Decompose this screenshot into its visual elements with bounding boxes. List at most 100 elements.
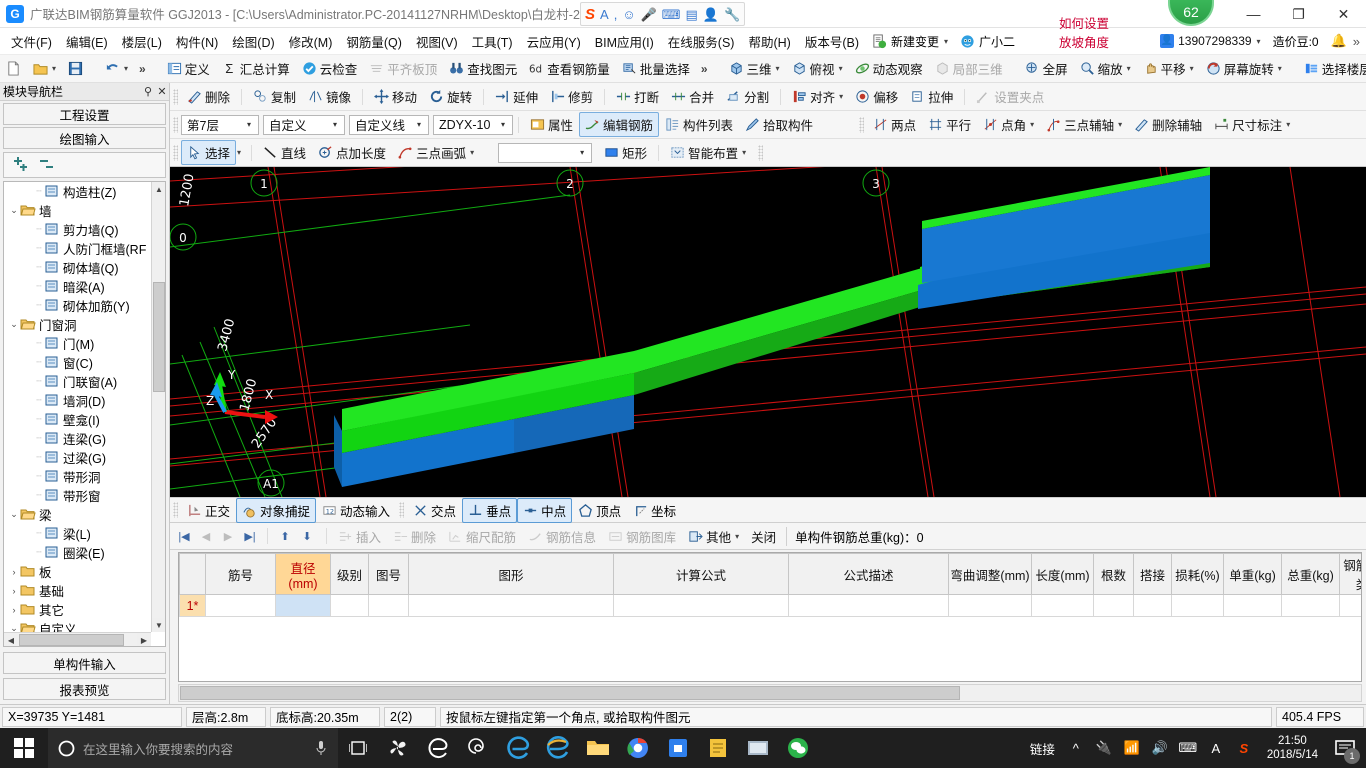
column-header[interactable] [179, 553, 206, 595]
scroll-right-button[interactable]: ▶ [137, 633, 151, 646]
ime-mode-icon[interactable]: A [600, 8, 609, 21]
summary-calc-button[interactable]: Σ 汇总计算 [216, 56, 296, 81]
ime-toolbox-icon[interactable]: 🔧 [724, 8, 740, 21]
column-header[interactable]: 图形 [408, 553, 614, 595]
task-view-button[interactable] [338, 728, 378, 768]
tree-scroll-thumb[interactable] [153, 282, 165, 392]
project-settings-button[interactable]: 工程设置 [3, 103, 166, 125]
undo-button[interactable]: ▾ [99, 58, 134, 79]
toolbar-grip[interactable] [173, 88, 178, 105]
column-header[interactable]: 直径(mm) [275, 553, 331, 595]
partial-3d-button[interactable]: 局部三维 [929, 56, 1009, 81]
chevron-down-icon[interactable]: ▾ [1286, 120, 1290, 129]
expand-all-icon[interactable] [12, 157, 30, 173]
insert-row-button[interactable]: 插入 [332, 524, 387, 549]
battery-icon[interactable]: 🔌 [1091, 728, 1117, 768]
column-header[interactable]: 损耗(%) [1171, 553, 1224, 595]
stretch-button[interactable]: 拉伸 [904, 84, 959, 109]
extend-button[interactable]: 延伸 [489, 84, 544, 109]
chevron-down-icon[interactable]: ▾ [124, 64, 128, 73]
tree-item[interactable]: › 基础 [4, 581, 151, 600]
table-cell[interactable] [1031, 594, 1094, 617]
menu-edit[interactable]: 编辑(E) [59, 28, 115, 55]
assistant-button[interactable]: 广小二 [954, 33, 1021, 50]
merge-button[interactable]: 合并 [665, 84, 720, 109]
close-rebar-editor-button[interactable]: 关闭 [745, 524, 782, 549]
mirror-button[interactable]: 镜像 [302, 84, 357, 109]
tree-item[interactable]: ⌄ 自定义 [4, 619, 151, 632]
taskbar-app-edge-legacy[interactable] [418, 728, 458, 768]
menu-online-service[interactable]: 在线服务(S) [661, 28, 742, 55]
two-point-axis-button[interactable]: 两点 [867, 112, 922, 137]
tree-item[interactable]: ┄ 壁龛(I) [4, 410, 151, 429]
column-header[interactable]: 筋号 [205, 553, 276, 595]
column-header[interactable]: 弯曲调整(mm) [948, 553, 1032, 595]
chevron-down-icon[interactable]: ▾ [1118, 120, 1122, 129]
fullscreen-button[interactable]: 全屏 [1019, 56, 1074, 81]
copy-button[interactable]: 复制 [247, 84, 302, 109]
move-up-button[interactable]: ⬆ [275, 527, 295, 546]
taskbar-search[interactable]: 在这里输入你要搜索的内容 [48, 728, 338, 768]
snap-ortho-button[interactable]: 正交 [181, 498, 236, 523]
move-down-button[interactable]: ⬇ [297, 527, 317, 546]
column-header[interactable]: 计算公式 [613, 553, 789, 595]
select-floor-button[interactable]: 选择楼层 [1298, 56, 1366, 81]
tree-expander-icon[interactable]: › [8, 586, 20, 596]
taskbar-app-wechat[interactable] [778, 728, 818, 768]
table-cell[interactable] [330, 594, 369, 617]
line-tool-button[interactable]: 直线 [257, 140, 312, 165]
column-header[interactable]: 级别 [330, 553, 369, 595]
menu-tools[interactable]: 工具(T) [465, 28, 520, 55]
snap-perpendicular-button[interactable]: 垂点 [462, 497, 518, 523]
tree-expander-icon[interactable]: ⌄ [8, 319, 20, 330]
edit-rebar-button[interactable]: 编辑钢筋 [579, 112, 660, 137]
table-cell[interactable] [1171, 594, 1224, 617]
taskbar-app-notes[interactable] [698, 728, 738, 768]
table-cell[interactable] [788, 594, 949, 617]
arc-tool-button[interactable]: 三点画弧 ▾ [392, 140, 480, 165]
chevron-down-icon[interactable]: ▾ [1190, 64, 1194, 73]
dimension-button[interactable]: 尺寸标注 ▾ [1208, 112, 1296, 137]
snap-intersection-button[interactable]: 交点 [407, 498, 462, 523]
tree-vertical-scrollbar[interactable]: ▲ ▼ [151, 182, 165, 632]
ime-emoji-icon[interactable]: ☺ [622, 8, 635, 21]
properties-button[interactable]: 属性 [524, 112, 579, 137]
chevron-down-icon[interactable]: ▾ [1030, 120, 1034, 129]
toolbar-overflow-mid[interactable]: » [696, 62, 713, 76]
account-chip[interactable]: 👤 13907298339 ▾ [1154, 34, 1266, 48]
taskbar-clock[interactable]: 21:50 2018/5/14 [1259, 734, 1326, 762]
snap-coordinate-button[interactable]: 坐标 [627, 498, 682, 523]
draw-option-select[interactable]: ▾ [498, 142, 593, 163]
first-record-button[interactable]: |◀ [174, 527, 194, 546]
collapse-all-icon[interactable] [38, 157, 56, 173]
chevron-down-icon[interactable]: ▾ [1127, 64, 1131, 73]
tree-item[interactable]: ┄ 过梁(G) [4, 448, 151, 467]
menu-floor[interactable]: 楼层(L) [115, 28, 169, 55]
tree-item[interactable]: ┄ 带形窗 [4, 486, 151, 505]
offset-button[interactable]: 偏移 [849, 84, 904, 109]
tree-expander-icon[interactable]: › [8, 567, 20, 577]
volume-icon[interactable]: 🔊 [1147, 728, 1173, 768]
component-sub-select[interactable]: 自定义线 ▾ [349, 114, 429, 135]
menu-version[interactable]: 版本号(B) [798, 28, 866, 55]
select-tool-button[interactable]: 选择 [181, 140, 237, 165]
snap-midpoint-button[interactable]: 中点 [517, 497, 573, 523]
tree-item[interactable]: ┄ 圈梁(E) [4, 543, 151, 562]
three-d-button[interactable]: 三维 ▾ [723, 56, 786, 81]
next-record-button[interactable]: ▶ [218, 527, 238, 546]
column-header[interactable]: 公式描述 [788, 553, 949, 595]
table-row[interactable]: 1* [179, 594, 1361, 617]
tray-expand-chevron[interactable]: ^ [1063, 728, 1089, 768]
cloud-check-button[interactable]: 云检查 [296, 56, 364, 81]
chevron-down-icon[interactable]: ▾ [470, 148, 474, 157]
chevron-down-icon[interactable]: ▾ [1257, 37, 1261, 46]
menu-cloud-app[interactable]: 云应用(Y) [520, 28, 588, 55]
column-header[interactable]: 钢筋归类 [1339, 553, 1361, 595]
tree-item[interactable]: ┄ 梁(L) [4, 524, 151, 543]
notification-bell[interactable]: 🔔 [1325, 33, 1353, 49]
scroll-left-button[interactable]: ◀ [4, 633, 18, 646]
notification-center-button[interactable]: 1 [1328, 728, 1362, 768]
tree-item[interactable]: ┄ 门联窗(A) [4, 372, 151, 391]
minimize-button[interactable]: — [1231, 0, 1276, 28]
toolbar-grip[interactable] [859, 116, 865, 133]
